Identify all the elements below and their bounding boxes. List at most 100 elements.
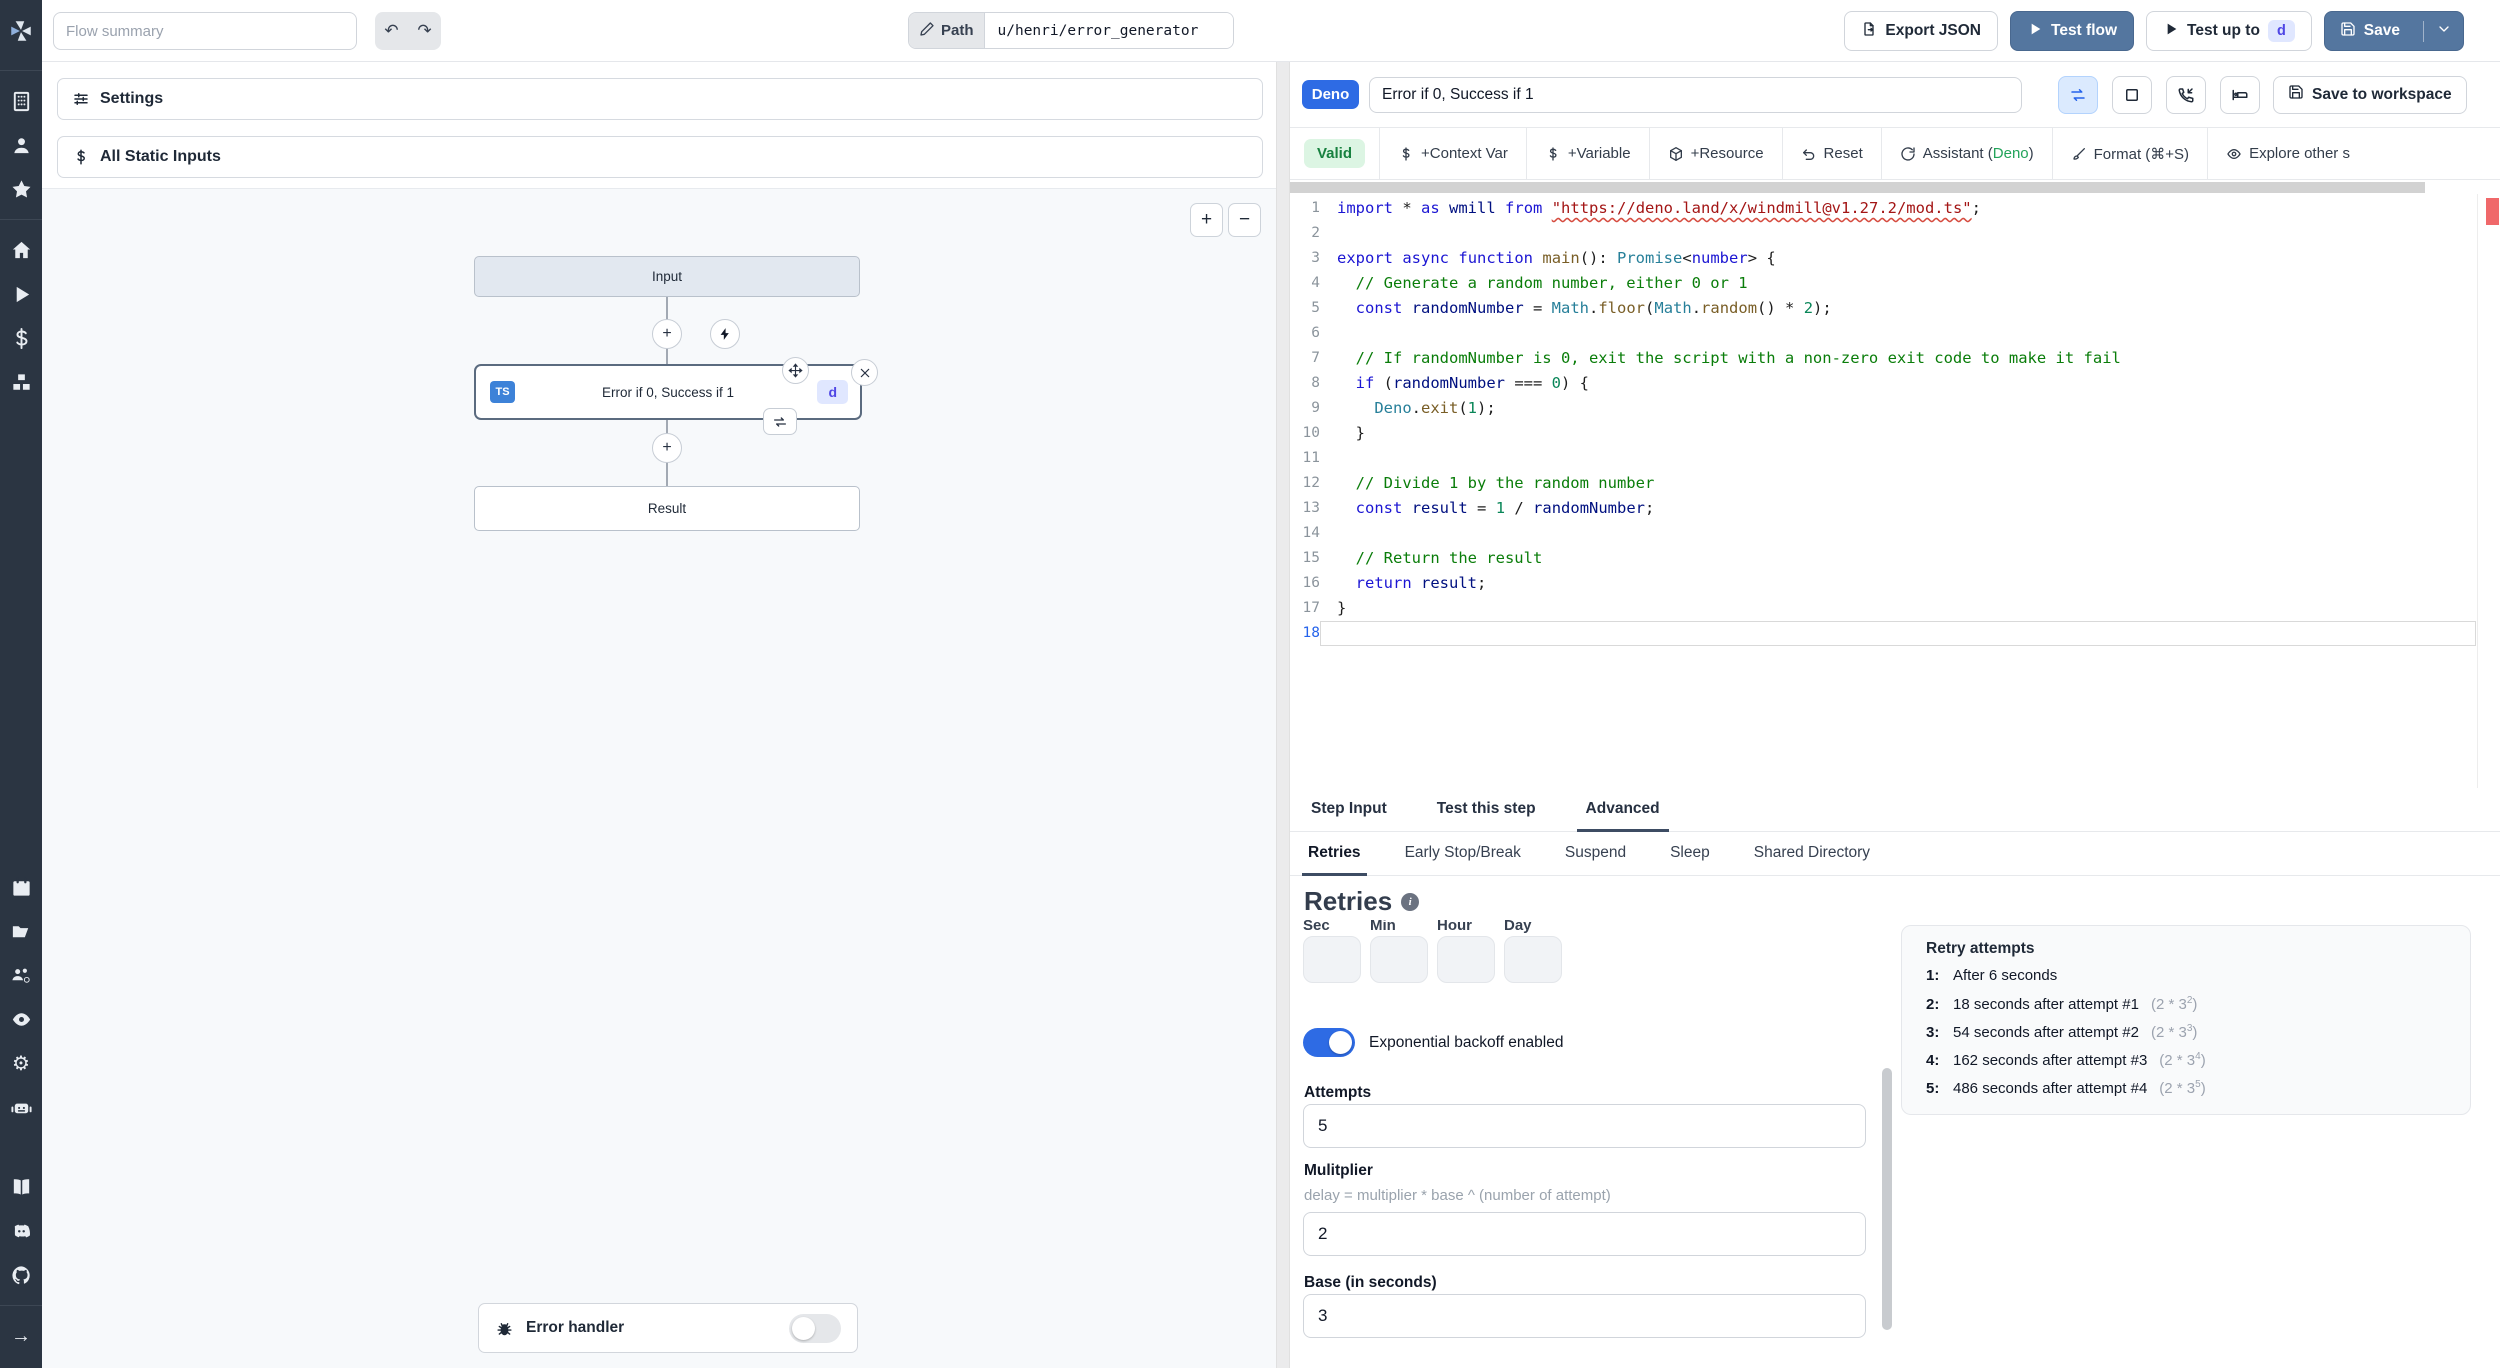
flow-canvas[interactable]: + − Input + TS Error if 0, Success if 1 … [42,188,1276,1368]
code-line[interactable]: 13 const result = 1 / randomNumber; [1290,496,2500,521]
save-dropdown-button[interactable] [2423,20,2463,42]
zoom-in-button[interactable]: + [1190,203,1223,237]
code-editor[interactable]: 1 import * as wmill from "https://deno.la… [1290,180,2500,788]
undo-button[interactable]: ↶ [375,12,408,50]
multiplier-input[interactable] [1303,1212,1866,1256]
save-icon [2288,84,2304,105]
settings-gear-icon[interactable]: ⚙ [0,1041,42,1085]
reset-button[interactable]: Reset [1797,145,1867,162]
error-handler-row[interactable]: Error handler [478,1303,858,1353]
move-step-button[interactable] [782,357,809,384]
expand-arrow-right-icon[interactable]: → [0,1314,42,1358]
base-input[interactable] [1303,1294,1866,1338]
code-lines: 1 import * as wmill from "https://deno.la… [1290,196,2500,646]
code-line[interactable]: 10 } [1290,421,2500,446]
subtab-suspend[interactable]: Suspend [1559,832,1632,876]
expand-editor-button[interactable] [2112,75,2152,114]
save-button[interactable]: Save [2323,11,2464,51]
docs-book-icon[interactable] [0,1165,42,1209]
assistant-button[interactable]: Assistant (Deno) [1896,145,2038,162]
all-static-inputs-row[interactable]: All Static Inputs [57,136,1263,178]
subtab-early-stop-break[interactable]: Early Stop/Break [1399,832,1527,876]
code-line[interactable]: 3 export async function main(): Promise<n… [1290,246,2500,271]
workspace-building-icon[interactable] [0,79,42,123]
code-line[interactable]: 8 if (randomNumber === 0) { [1290,371,2500,396]
code-line[interactable]: 14 [1290,521,2500,546]
hour-input[interactable] [1437,936,1495,983]
retries-scrollbar[interactable] [1882,1068,1892,1330]
code-line[interactable]: 9 Deno.exit(1); [1290,396,2500,421]
home-icon[interactable] [0,228,42,272]
subtab-retries[interactable]: Retries [1302,832,1367,876]
flow-settings-row[interactable]: Settings [57,78,1263,120]
code-line[interactable]: 5 const randomNumber = Math.floor(Math.r… [1290,296,2500,321]
input-node[interactable]: Input [474,256,860,297]
sleep-bed-button[interactable] [2220,75,2260,114]
line-number: 2 [1311,225,1320,241]
trigger-bolt-button[interactable] [710,319,740,349]
add-step-button[interactable]: + [652,319,682,349]
result-node[interactable]: Result [474,486,860,531]
step-name-input[interactable] [1369,76,2022,113]
panel-splitter[interactable] [1276,62,1290,1368]
code-line[interactable]: 16 return result; [1290,571,2500,596]
star-icon[interactable] [0,167,42,211]
code-line[interactable]: 4 // Generate a random number, either 0 … [1290,271,2500,296]
groups-users-gear-icon[interactable] [0,953,42,997]
attempts-input[interactable] [1303,1104,1866,1148]
path-value[interactable]: u/henri/error_generator [984,13,1233,48]
code-line[interactable]: 15 // Return the result [1290,546,2500,571]
code-line[interactable]: 11 [1290,446,2500,471]
zoom-out-button[interactable]: − [1228,203,1261,237]
save-to-workspace-button[interactable]: Save to workspace [2273,75,2467,114]
play-icon [2163,21,2179,42]
test-flow-button[interactable]: Test flow [2010,11,2135,51]
user-icon[interactable] [0,123,42,167]
export-json-button[interactable]: Export JSON [1844,11,1998,51]
github-icon[interactable] [0,1253,42,1297]
min-input[interactable] [1370,936,1428,983]
add-resource-button[interactable]: +Resource [1664,145,1768,162]
explore-scripts-button[interactable]: Explore other s [2222,145,2354,162]
retry-loop-button[interactable] [763,408,797,435]
add-variable-button[interactable]: +Variable [1541,145,1635,162]
error-handler-toggle[interactable] [789,1313,841,1343]
bug-icon [497,1322,512,1335]
tab-step-input[interactable]: Step Input [1302,788,1396,832]
tab-advanced[interactable]: Advanced [1576,788,1669,832]
ai-robot-icon[interactable] [0,1085,42,1129]
audit-eye-icon[interactable] [0,997,42,1041]
test-up-to-button[interactable]: Test up to d [2146,11,2312,51]
folders-icon[interactable] [0,909,42,953]
code-line[interactable]: 1 import * as wmill from "https://deno.la… [1290,196,2500,221]
schedules-calendar-icon[interactable] [0,865,42,909]
add-step-button[interactable]: + [652,433,682,463]
exponential-backoff-toggle[interactable] [1303,1028,1355,1057]
path-field[interactable]: Path u/henri/error_generator [908,12,1234,49]
windmill-logo-icon[interactable] [0,0,42,62]
code-line[interactable]: 2 [1290,221,2500,246]
flow-summary-input[interactable] [53,12,357,50]
webhook-call-button[interactable] [2166,75,2206,114]
discord-icon[interactable] [0,1209,42,1253]
editor-horizontal-scrollbar[interactable] [1290,182,2425,193]
tab-test-this-step[interactable]: Test this step [1428,788,1545,832]
add-context-var-button[interactable]: +Context Var [1394,145,1512,162]
code-line[interactable]: 7 // If randomNumber is 0, exit the scri… [1290,346,2500,371]
code-line[interactable]: 12 // Divide 1 by the random number [1290,471,2500,496]
runs-play-icon[interactable] [0,272,42,316]
subtab-sleep[interactable]: Sleep [1664,832,1716,876]
code-line[interactable]: 6 [1290,321,2500,346]
redo-button[interactable]: ↷ [408,12,441,50]
code-line[interactable]: 18 [1290,621,2500,646]
delete-step-button[interactable] [851,359,878,386]
subtab-shared-directory[interactable]: Shared Directory [1748,832,1876,876]
sync-toggle-button[interactable] [2058,75,2098,114]
resources-boxes-icon[interactable] [0,360,42,404]
day-input[interactable] [1504,936,1562,983]
sec-input[interactable] [1303,936,1361,983]
format-button[interactable]: Format (⌘+S) [2067,145,2193,163]
info-icon[interactable]: i [1401,892,1420,911]
variables-dollar-icon[interactable] [0,316,42,360]
code-line[interactable]: 17} [1290,596,2500,621]
